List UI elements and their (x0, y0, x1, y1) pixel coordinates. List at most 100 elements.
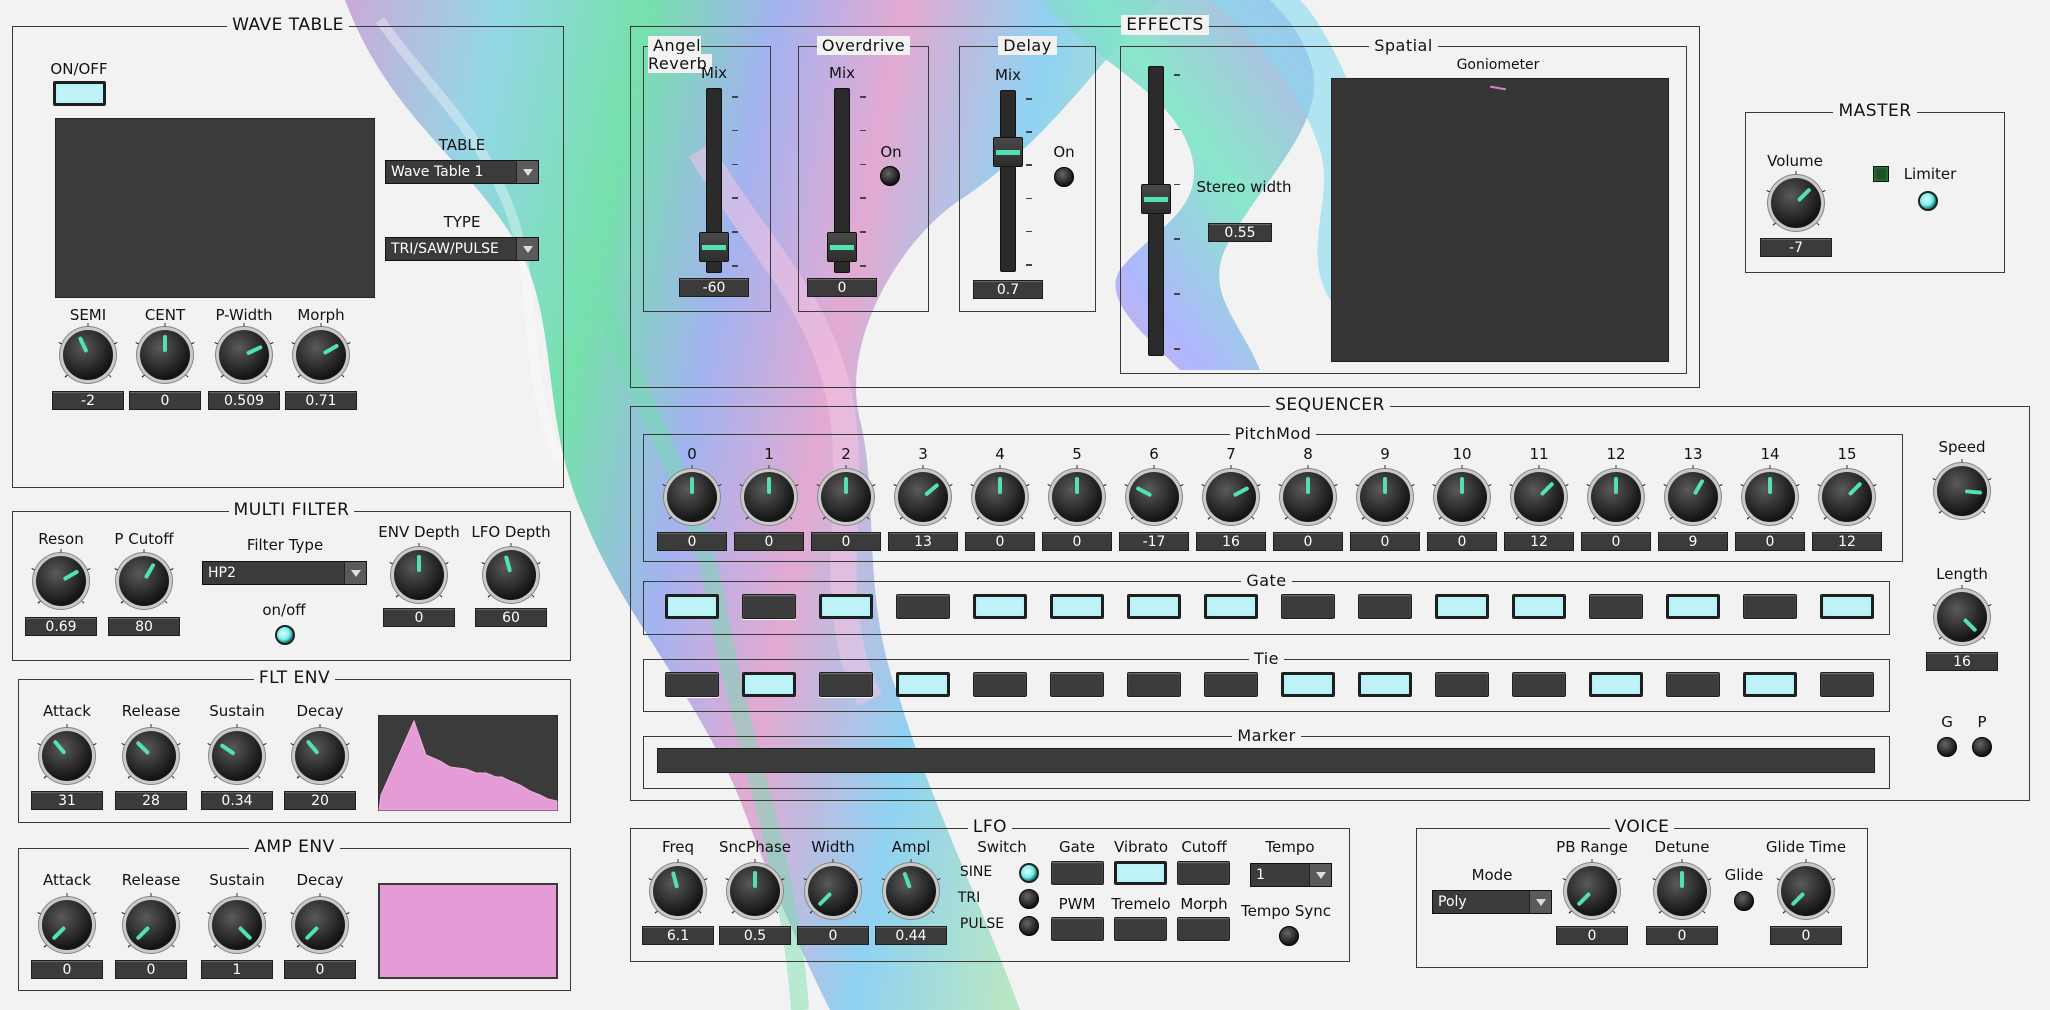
ampenv-3-knob[interactable] (295, 900, 345, 950)
step-0-gate-button[interactable] (665, 594, 719, 619)
lfo-gate-button[interactable] (1051, 861, 1104, 885)
step-5-gate-button[interactable] (1050, 594, 1104, 619)
step-4-gate-button[interactable] (973, 594, 1027, 619)
lfo-vibrato-button[interactable] (1114, 861, 1167, 885)
type-dropdown[interactable]: TRI/SAW/PULSE (385, 237, 539, 261)
step-4-pitch-knob[interactable] (975, 472, 1025, 522)
step-12-tie-button[interactable] (1589, 672, 1643, 697)
lfo-tempo-dropdown[interactable]: 1 (1250, 863, 1332, 887)
voice-2-knob[interactable] (1781, 866, 1831, 916)
step-13-pitch-knob[interactable] (1668, 472, 1718, 522)
step-1-pitch-knob[interactable] (744, 472, 794, 522)
delay-fader-handle[interactable] (993, 136, 1023, 167)
overdrive-fader-handle[interactable] (827, 231, 857, 262)
step-14-pitch-knob[interactable] (1745, 472, 1795, 522)
step-13-gate-button[interactable] (1666, 594, 1720, 619)
step-15-gate-button[interactable] (1820, 594, 1874, 619)
voice-1-knob[interactable] (1657, 866, 1707, 916)
fltenv-1-knob[interactable] (126, 731, 176, 781)
step-4-tie-button[interactable] (973, 672, 1027, 697)
delay-fader-track[interactable] (993, 90, 1023, 272)
delay-on-led[interactable] (1054, 167, 1074, 187)
step-13-tie-button[interactable] (1666, 672, 1720, 697)
p-led[interactable] (1972, 737, 1992, 757)
step-15-tie-button[interactable] (1820, 672, 1874, 697)
step-6-tie-button[interactable] (1127, 672, 1181, 697)
lfo-pwm-button[interactable] (1051, 917, 1104, 941)
step-5-tie-button[interactable] (1050, 672, 1104, 697)
step-7-gate-button[interactable] (1204, 594, 1258, 619)
step-14-tie-button[interactable] (1743, 672, 1797, 697)
reverb-fader-track[interactable] (699, 88, 729, 273)
step-7-pitch-knob[interactable] (1206, 472, 1256, 522)
stereo-width-fader-handle[interactable] (1141, 184, 1171, 214)
step-1-tie-button[interactable] (742, 672, 796, 697)
lfo-0-knob[interactable] (653, 866, 703, 916)
filter-0-knob[interactable] (36, 556, 86, 606)
step-12-pitch-knob[interactable] (1591, 472, 1641, 522)
step-1-gate-button[interactable] (742, 594, 796, 619)
glide-led[interactable] (1734, 891, 1754, 911)
stereo-width-fader-track[interactable] (1141, 66, 1171, 356)
tempo-sync-led[interactable] (1279, 926, 1299, 946)
step-15-pitch-knob[interactable] (1822, 472, 1872, 522)
step-2-gate-button[interactable] (819, 594, 873, 619)
step-9-pitch-knob[interactable] (1360, 472, 1410, 522)
lfo-tremelo-button[interactable] (1114, 917, 1167, 941)
marker-bar[interactable] (657, 748, 1875, 773)
lfo-tri-led[interactable] (1019, 889, 1039, 909)
voice-0-knob[interactable] (1567, 866, 1617, 916)
step-12-gate-button[interactable] (1589, 594, 1643, 619)
step-8-pitch-knob[interactable] (1283, 472, 1333, 522)
speed-knob[interactable] (1937, 466, 1987, 516)
step-10-pitch-knob[interactable] (1437, 472, 1487, 522)
step-6-pitch-knob[interactable] (1129, 472, 1179, 522)
step-11-gate-button[interactable] (1512, 594, 1566, 619)
step-10-gate-button[interactable] (1435, 594, 1489, 619)
fltenv-3-knob[interactable] (295, 731, 345, 781)
g-led[interactable] (1937, 737, 1957, 757)
ampenv-1-knob[interactable] (126, 900, 176, 950)
filter-2-knob[interactable] (394, 550, 444, 600)
step-9-gate-button[interactable] (1358, 594, 1412, 619)
step-8-tie-button[interactable] (1281, 672, 1335, 697)
step-7-tie-button[interactable] (1204, 672, 1258, 697)
filter-3-knob[interactable] (486, 550, 536, 600)
step-0-pitch-knob[interactable] (667, 472, 717, 522)
wavetable-onoff-button[interactable] (53, 81, 106, 106)
step-3-gate-button[interactable] (896, 594, 950, 619)
filter-1-knob[interactable] (119, 556, 169, 606)
lfo-morph-button[interactable] (1177, 917, 1230, 941)
ampenv-2-knob[interactable] (212, 900, 262, 950)
wavetable-1-knob[interactable] (140, 330, 190, 380)
lfo-cutoff-button[interactable] (1177, 861, 1230, 885)
filter-onoff-led[interactable] (275, 625, 295, 645)
lfo-3-knob[interactable] (886, 866, 936, 916)
step-14-gate-button[interactable] (1743, 594, 1797, 619)
wavetable-3-knob[interactable] (296, 330, 346, 380)
ampenv-0-knob[interactable] (42, 900, 92, 950)
step-5-pitch-knob[interactable] (1052, 472, 1102, 522)
lfo-sine-led[interactable] (1019, 863, 1039, 883)
volume-knob[interactable] (1771, 178, 1821, 228)
voice-mode-dropdown[interactable]: Poly (1432, 890, 1552, 914)
table-dropdown[interactable]: Wave Table 1 (385, 160, 539, 184)
step-6-gate-button[interactable] (1127, 594, 1181, 619)
length-knob[interactable] (1937, 592, 1987, 642)
overdrive-fader-track[interactable] (827, 88, 857, 273)
fltenv-0-knob[interactable] (42, 731, 92, 781)
fltenv-2-knob[interactable] (212, 731, 262, 781)
lfo-pulse-led[interactable] (1019, 916, 1039, 936)
lfo-1-knob[interactable] (730, 866, 780, 916)
step-0-tie-button[interactable] (665, 672, 719, 697)
step-9-tie-button[interactable] (1358, 672, 1412, 697)
lfo-2-knob[interactable] (808, 866, 858, 916)
overdrive-on-led[interactable] (880, 166, 900, 186)
wavetable-0-knob[interactable] (63, 330, 113, 380)
limiter-led[interactable] (1918, 191, 1938, 211)
reverb-fader-handle[interactable] (699, 231, 729, 262)
step-11-pitch-knob[interactable] (1514, 472, 1564, 522)
wavetable-2-knob[interactable] (219, 330, 269, 380)
step-3-pitch-knob[interactable] (898, 472, 948, 522)
step-11-tie-button[interactable] (1512, 672, 1566, 697)
